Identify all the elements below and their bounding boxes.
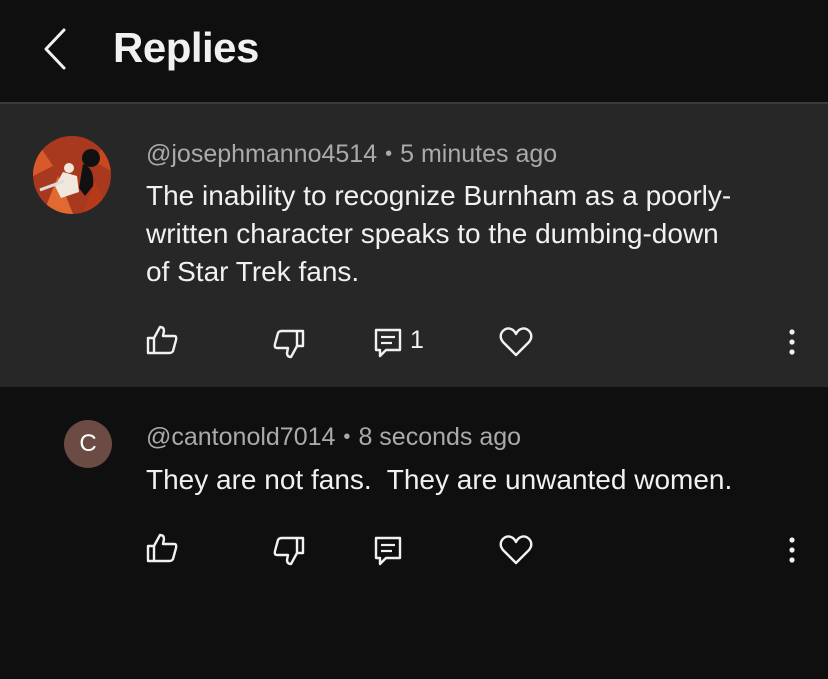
comment-time: 8 seconds ago	[358, 423, 522, 451]
like-icon	[146, 325, 178, 355]
dislike-icon	[273, 329, 305, 359]
comment-meta: @josephmanno4514 • 5 minutes ago	[146, 140, 557, 169]
dislike-button[interactable]	[271, 326, 307, 362]
header-bar: Replies	[0, 0, 828, 104]
more-icon	[789, 537, 795, 563]
comment-text-line: of Star Trek fans.	[146, 256, 360, 287]
page-title: Replies	[113, 24, 259, 71]
avatar-image	[33, 136, 111, 214]
more-icon	[789, 329, 795, 355]
meta-separator: •	[385, 143, 393, 165]
more-options-button[interactable]	[774, 324, 810, 360]
comment-text-line: written character speaks to the dumbing-…	[146, 218, 719, 249]
comment-text: They are not fans. They are unwanted wom…	[146, 464, 733, 495]
comment-text: The inability to recognize Burnham as a …	[146, 177, 806, 291]
comment-time: 5 minutes ago	[400, 140, 558, 168]
avatar[interactable]	[33, 136, 111, 214]
dislike-icon	[273, 536, 305, 566]
avatar[interactable]: C	[64, 420, 112, 468]
more-options-button[interactable]	[774, 532, 810, 568]
reply-icon	[374, 328, 402, 358]
reply-comment: C @cantonold7014 • 8 seconds ago They are …	[0, 387, 828, 679]
reply-icon	[374, 536, 402, 566]
meta-separator: •	[343, 426, 351, 448]
dislike-button[interactable]	[271, 533, 307, 569]
reply-count[interactable]: 1	[410, 326, 424, 355]
reply-button[interactable]	[372, 325, 408, 361]
comment-author[interactable]: @josephmanno4514	[146, 140, 377, 168]
comment-text-line: The inability to recognize Burnham as a …	[146, 180, 732, 211]
like-button[interactable]	[144, 530, 180, 566]
heart-icon	[499, 535, 533, 565]
reply-button[interactable]	[372, 533, 408, 569]
heart-button[interactable]	[498, 324, 534, 360]
comment-meta: @cantonold7014 • 8 seconds ago	[146, 423, 521, 452]
back-button[interactable]	[36, 26, 76, 72]
like-button[interactable]	[144, 322, 180, 358]
chevron-left-icon	[44, 28, 66, 70]
comment-author[interactable]: @cantonold7014	[146, 423, 335, 451]
main-comment: @josephmanno4514 • 5 minutes ago The inabi…	[0, 104, 828, 387]
like-icon	[146, 533, 178, 563]
heart-button[interactable]	[498, 532, 534, 568]
heart-icon	[499, 327, 533, 357]
